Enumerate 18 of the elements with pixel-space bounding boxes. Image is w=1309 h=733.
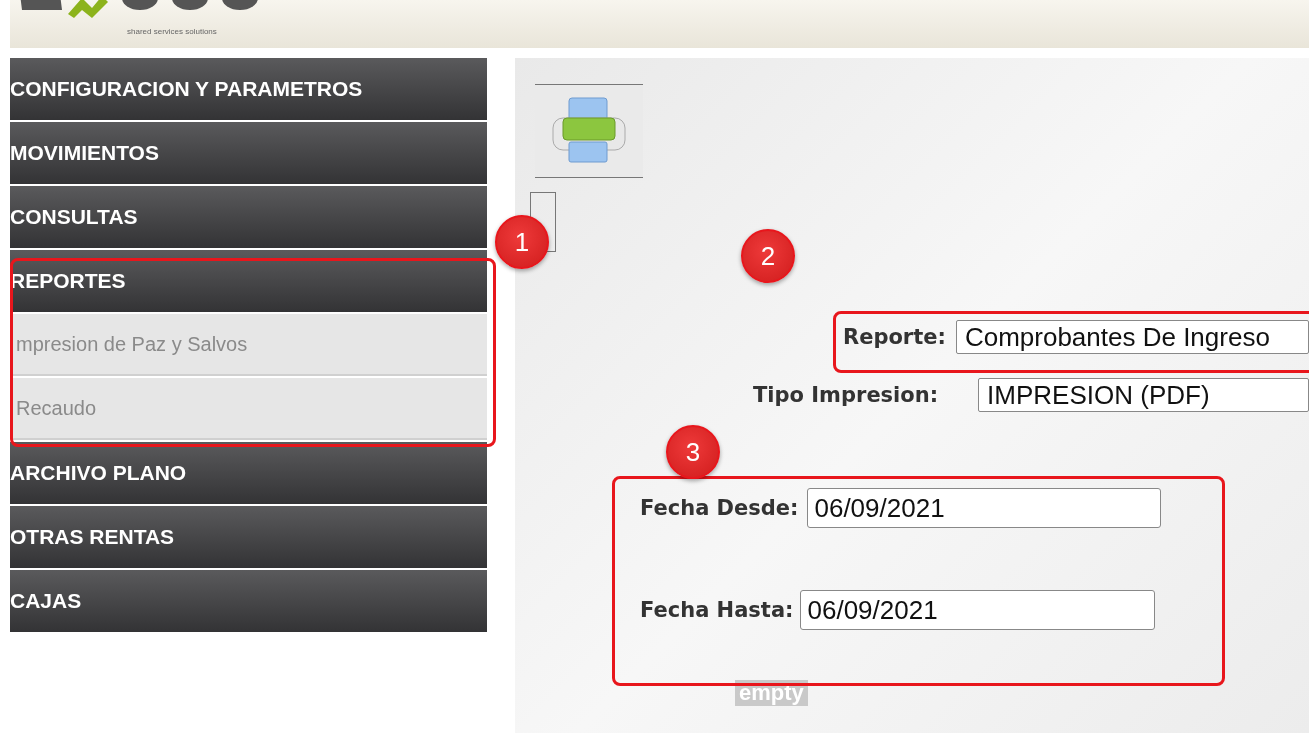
report-select[interactable]: Comprobantes De Ingreso [955,320,1309,354]
logo-tagline: shared services solutions [127,27,217,36]
menu-section[interactable]: OTRAS RENTAS [10,506,487,568]
date-to-field[interactable]: 06/09/2021 [800,590,1156,630]
date-from-field[interactable]: 06/09/2021 [807,488,1162,528]
menu-section[interactable]: ARCHIVO PLANO [10,442,487,504]
report-label: Reporte: [843,325,946,349]
printer-icon [551,96,627,166]
print-type-label: Tipo Impresion: [753,383,939,407]
menu-section[interactable]: CONFIGURACION Y PARAMETROS [10,58,487,120]
print-type-select[interactable]: IMPRESION (PDF) [978,378,1309,412]
date-to-label: Fecha Hasta: [640,598,794,622]
number-badge: 1 [495,215,549,269]
menu-section[interactable]: CONSULTAS [10,186,487,248]
date-from-label: Fecha Desde: [640,496,799,520]
menu-section[interactable]: MOVIMIENTOS [10,122,487,184]
menu-section[interactable]: REPORTES [10,250,487,312]
menu-section[interactable]: CAJAS [10,570,487,632]
